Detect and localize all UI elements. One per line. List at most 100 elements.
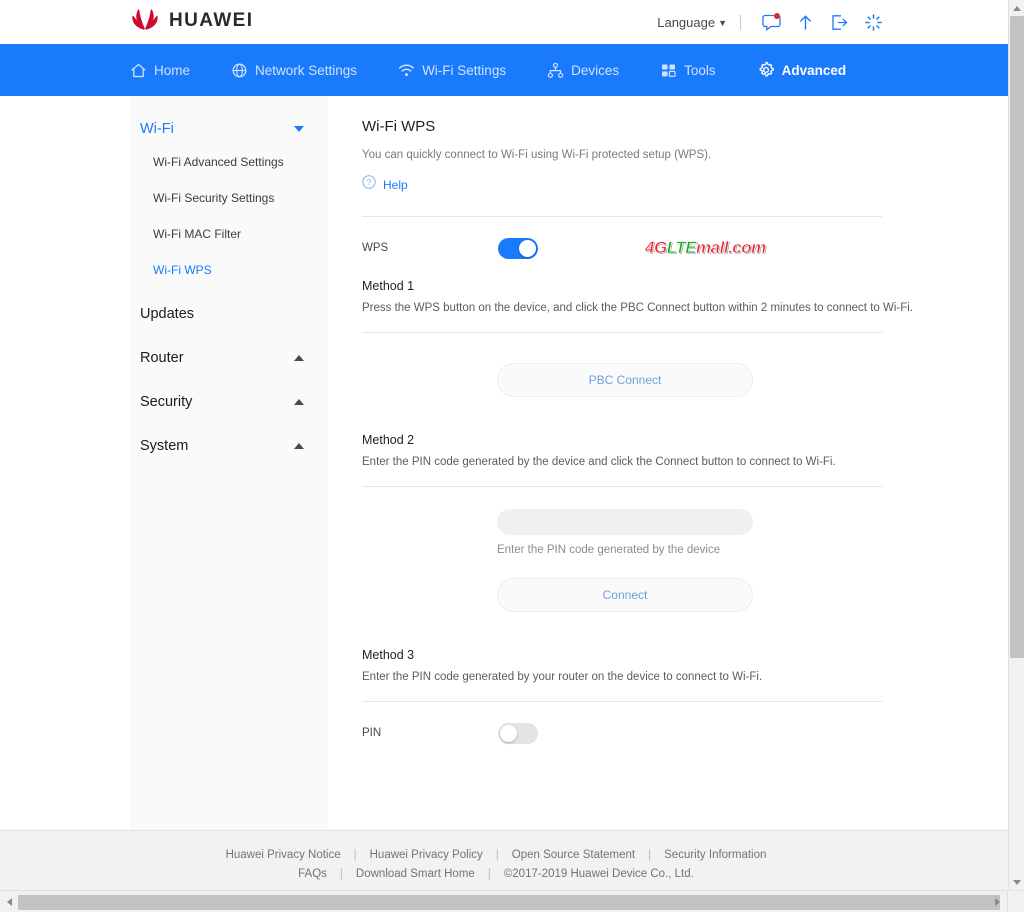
scroll-down-button[interactable] (1009, 874, 1024, 890)
sidebar-group-label: Security (140, 394, 192, 410)
chevron-up-icon (294, 355, 304, 361)
sidebar-item-label: Wi-Fi Advanced Settings (153, 155, 284, 169)
footer-link-faqs[interactable]: FAQs (298, 868, 327, 880)
loading-spinner-icon[interactable] (856, 7, 890, 37)
nav-item-home[interactable]: Home (130, 62, 190, 79)
scrollbar-corner (1007, 890, 1024, 912)
site-header: HUAWEI Language▼ (0, 0, 1008, 44)
nav-label-home: Home (154, 63, 190, 78)
language-label: Language (657, 15, 715, 30)
horizontal-scrollbar[interactable] (0, 890, 1024, 912)
method3-title: Method 3 (362, 648, 1008, 662)
sidebar-group-wifi[interactable]: Wi-Fi (130, 114, 328, 144)
method3-description: Enter the PIN code generated by your rou… (362, 671, 1008, 683)
sidebar-item-wifi-mac-filter[interactable]: Wi-Fi MAC Filter (130, 216, 328, 252)
nav-item-devices[interactable]: Devices (547, 62, 619, 79)
vertical-scroll-thumb[interactable] (1010, 16, 1024, 658)
toggle-knob (500, 725, 517, 742)
sidebar-item-wifi-wps[interactable]: Wi-Fi WPS (130, 252, 328, 288)
footer-separator: | (354, 849, 357, 861)
footer-separator: | (496, 849, 499, 861)
method2-description: Enter the PIN code generated by the devi… (362, 456, 1008, 468)
sidebar-group-system[interactable]: System (130, 428, 328, 464)
watermark-part-3: mall.com (696, 238, 766, 257)
sidebar-group-router[interactable]: Router (130, 340, 328, 376)
toggle-knob (519, 240, 536, 257)
caret-left-icon (7, 898, 12, 906)
sidebar-item-label: Wi-Fi WPS (153, 263, 212, 277)
huawei-flower-icon (130, 8, 160, 34)
nav-item-tools[interactable]: Tools (660, 62, 716, 79)
wps-toggle[interactable] (498, 238, 538, 259)
notification-badge (774, 13, 780, 19)
header-divider (740, 15, 741, 30)
pin-code-input[interactable] (497, 509, 753, 535)
chevron-up-icon (294, 443, 304, 449)
logout-icon[interactable] (822, 7, 856, 37)
scroll-right-button[interactable] (989, 894, 1005, 910)
sidebar-group-security[interactable]: Security (130, 384, 328, 420)
sidebar-group-updates[interactable]: Updates (130, 296, 328, 332)
chevron-up-icon (294, 399, 304, 405)
page-viewport: HUAWEI Language▼ (0, 0, 1008, 890)
pin-toggle[interactable] (498, 723, 538, 744)
footer-link-download-smart-home[interactable]: Download Smart Home (356, 868, 475, 880)
sidebar-item-wifi-security-settings[interactable]: Wi-Fi Security Settings (130, 180, 328, 216)
page-body: Wi-Fi Wi-Fi Advanced Settings Wi-Fi Secu… (0, 96, 1008, 830)
caret-up-icon (1013, 6, 1021, 11)
connect-button[interactable]: Connect (497, 578, 753, 612)
chat-bubble-icon[interactable] (754, 7, 788, 37)
footer-line-2: FAQs | Download Smart Home | ©2017-2019 … (298, 868, 694, 880)
sidebar-group-label: Updates (140, 306, 194, 322)
footer-line-1: Huawei Privacy Notice | Huawei Privacy P… (226, 849, 767, 861)
question-mark-icon: ? (362, 175, 376, 194)
globe-icon (231, 62, 248, 79)
nav-label-devices: Devices (571, 63, 619, 78)
left-gutter (0, 96, 130, 830)
pin-code-hint: Enter the PIN code generated by the devi… (497, 544, 1008, 556)
upload-arrow-icon[interactable] (788, 7, 822, 37)
sidebar-item-wifi-advanced-settings[interactable]: Wi-Fi Advanced Settings (130, 144, 328, 180)
help-label: Help (383, 178, 408, 192)
nav-label-advanced: Advanced (782, 63, 847, 78)
method1-description: Press the WPS button on the device, and … (362, 302, 1008, 314)
pbc-connect-label: PBC Connect (589, 373, 662, 387)
footer-link-privacy-policy[interactable]: Huawei Privacy Policy (370, 849, 483, 861)
method2-title: Method 2 (362, 433, 1008, 447)
brand-name: HUAWEI (169, 10, 253, 32)
footer-link-open-source-statement[interactable]: Open Source Statement (512, 849, 635, 861)
huawei-logo[interactable]: HUAWEI (130, 8, 253, 34)
scroll-up-button[interactable] (1009, 0, 1024, 16)
watermark-part-1: 4G (645, 238, 667, 257)
footer-link-security-information[interactable]: Security Information (664, 849, 766, 861)
watermark-4gltemall: 4GLTEmall.com (645, 238, 766, 258)
connect-label: Connect (603, 588, 648, 602)
nav-item-wifi-settings[interactable]: Wi-Fi Settings (398, 62, 506, 79)
main-content: Wi-Fi WPS You can quickly connect to Wi-… (328, 96, 1008, 830)
gear-icon (757, 61, 775, 79)
nav-label-wifi-settings: Wi-Fi Settings (422, 63, 506, 78)
chevron-down-icon: ▼ (718, 18, 727, 28)
footer-copyright: ©2017-2019 Huawei Device Co., Ltd. (504, 868, 694, 880)
nav-label-tools: Tools (684, 63, 716, 78)
home-icon (130, 62, 147, 79)
sidebar-item-label: Wi-Fi MAC Filter (153, 227, 241, 241)
sidebar-item-label: Wi-Fi Security Settings (153, 191, 274, 205)
footer-separator: | (648, 849, 651, 861)
nav-label-network-settings: Network Settings (255, 63, 357, 78)
page-description: You can quickly connect to Wi-Fi using W… (362, 149, 1008, 161)
horizontal-scroll-thumb[interactable] (18, 895, 1000, 910)
page-title: Wi-Fi WPS (362, 118, 1008, 135)
footer-link-privacy-notice[interactable]: Huawei Privacy Notice (226, 849, 341, 861)
nav-item-network-settings[interactable]: Network Settings (231, 62, 357, 79)
pbc-connect-button[interactable]: PBC Connect (497, 363, 753, 397)
language-selector[interactable]: Language▼ (657, 15, 727, 30)
wps-toggle-row: WPS 4GLTEmall.com (362, 217, 1008, 279)
nav-item-advanced[interactable]: Advanced (757, 61, 847, 79)
scroll-left-button[interactable] (1, 894, 17, 910)
footer-separator: | (340, 868, 343, 880)
devices-tree-icon (547, 62, 564, 79)
vertical-scrollbar[interactable] (1008, 0, 1024, 890)
help-link[interactable]: ? Help (362, 175, 1008, 194)
grid-squares-icon (660, 62, 677, 79)
